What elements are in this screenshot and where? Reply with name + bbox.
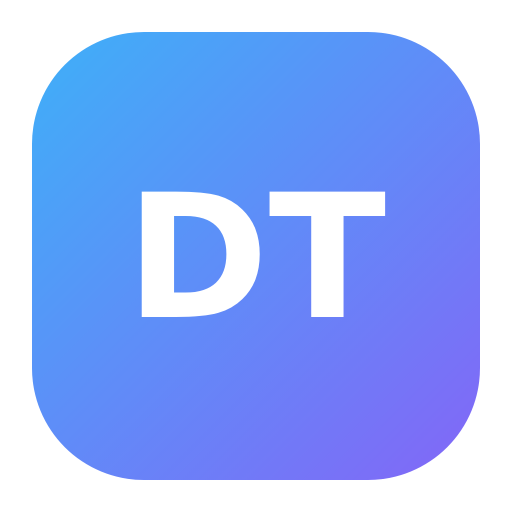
app-icon[interactable]: DT <box>32 32 480 480</box>
icon-canvas: DT <box>0 0 512 512</box>
app-icon-monogram: DT <box>125 157 387 358</box>
